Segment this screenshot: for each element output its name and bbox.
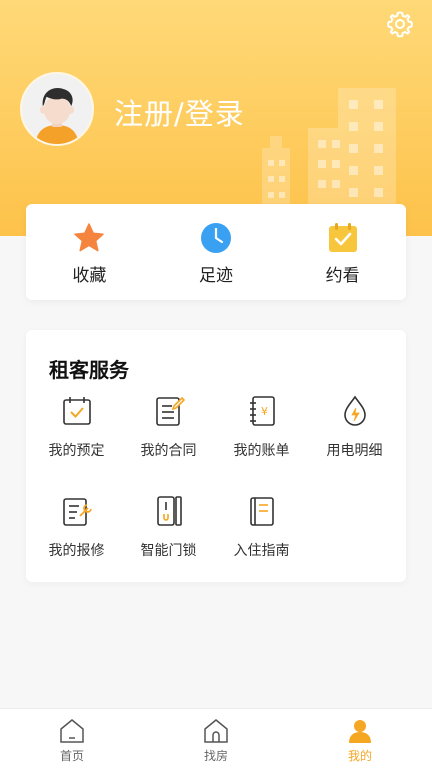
tab-find-house[interactable]: 找房: [144, 709, 288, 768]
tab-mine[interactable]: 我的: [288, 709, 432, 768]
my-bills-label: 我的账单: [233, 443, 290, 459]
viewing-appointments-button[interactable]: 约看: [279, 204, 406, 300]
electricity-details-label: 用电明细: [326, 443, 383, 459]
smart-lock-button[interactable]: 智能门锁: [121, 494, 216, 560]
gear-icon[interactable]: [386, 10, 414, 38]
login-register-link[interactable]: 注册/登录: [114, 91, 245, 133]
electricity-drop-icon: [343, 395, 366, 426]
my-reservations-button[interactable]: 我的预定: [29, 394, 124, 460]
contract-edit-icon: [155, 396, 185, 426]
repair-document-icon: [62, 498, 92, 526]
my-contracts-label: 我的合同: [140, 443, 197, 459]
electricity-details-button[interactable]: 用电明细: [307, 394, 402, 460]
my-reservations-label: 我的预定: [48, 443, 105, 459]
bottom-tab-bar: 首页 找房 我的: [0, 708, 432, 768]
svg-text:¥: ¥: [261, 405, 268, 418]
tab-home[interactable]: 首页: [0, 709, 144, 768]
clock-icon: [201, 223, 231, 253]
tab-home-label: 首页: [59, 749, 84, 763]
services-title: 租客服务: [49, 358, 129, 382]
history-button[interactable]: 足迹: [153, 204, 280, 300]
house-search-icon: [204, 719, 228, 743]
calendar-check-icon: [62, 397, 91, 425]
my-repairs-button[interactable]: 我的报修: [29, 494, 124, 560]
favorites-button[interactable]: 收藏: [26, 204, 153, 300]
guide-book-icon: [249, 497, 274, 526]
quick-actions-card: 收藏 足迹 约看: [26, 204, 406, 300]
tab-find-house-label: 找房: [203, 749, 228, 763]
my-repairs-label: 我的报修: [48, 543, 105, 559]
history-label: 足迹: [199, 266, 233, 286]
tenant-services-card: 租客服务 我的预定 我的合同 ¥ 我的账单 用电明细 我的报修 智能门锁 入住指…: [26, 330, 406, 582]
user-avatar-icon: [22, 74, 92, 144]
smart-lock-label: 智能门锁: [140, 543, 197, 559]
check-in-guide-label: 入住指南: [233, 543, 290, 559]
my-contracts-button[interactable]: 我的合同: [121, 394, 216, 460]
star-icon: [74, 223, 105, 252]
user-icon: [349, 720, 371, 743]
my-bills-button[interactable]: ¥ 我的账单: [214, 394, 309, 460]
viewing-appointments-label: 约看: [325, 266, 360, 286]
favorites-label: 收藏: [72, 266, 107, 286]
smart-lock-icon: [156, 496, 182, 526]
bill-notebook-icon: ¥: [249, 396, 275, 426]
calendar-check-icon: [328, 223, 357, 252]
home-icon: [60, 719, 84, 743]
avatar[interactable]: [20, 72, 94, 146]
tab-mine-label: 我的: [347, 749, 372, 763]
check-in-guide-button[interactable]: 入住指南: [214, 494, 309, 560]
profile-header: 注册/登录: [0, 0, 432, 236]
